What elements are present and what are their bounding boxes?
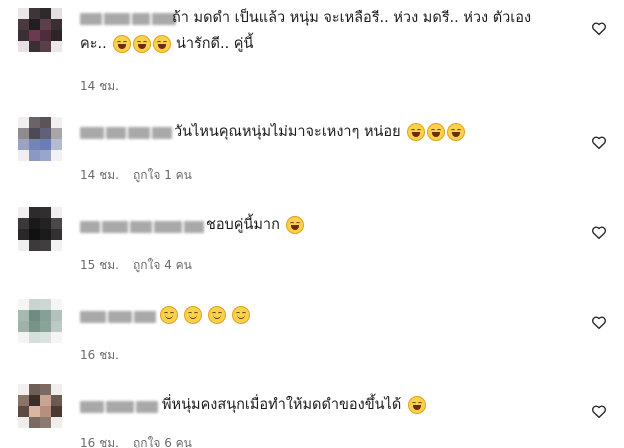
grinning-sweat-emoji [407,396,426,414]
grinning-sweat-emoji [153,35,172,53]
comment-text-suffix: น่ารักดี.. คู่นี้ [175,36,254,52]
comment-meta: 14 ชม. [80,77,119,96]
comment-time[interactable]: 16 ชม. [80,348,119,362]
grinning-sweat-emoji [407,123,426,141]
avatar[interactable] [18,299,62,343]
emoji-group [160,306,250,324]
avatar[interactable] [18,207,62,251]
comment-time[interactable]: 16 ชม. [80,436,119,448]
grinning-sweat-emoji [286,216,305,234]
comment-body: พี่หนุ่มคงสนุกเมื่อทำให้มดดำของขึ้นได้ [162,397,402,413]
emoji-group [407,396,426,414]
smiling-blush-emoji [208,306,226,324]
smiling-blush-emoji [184,306,202,324]
heart-outline-icon[interactable] [590,313,608,331]
comment-item: วันไหนคุณหนุ่มไม่มาจะเหงาๆ หน่อย 14 ชม. ถ… [0,100,624,190]
heart-outline-icon[interactable] [590,402,608,420]
comment-text: วันไหนคุณหนุ่มไม่มาจะเหงาๆ หน่อย [174,121,466,143]
grinning-sweat-emoji [427,123,446,141]
heart-outline-icon[interactable] [590,223,608,241]
emoji-group [286,216,305,234]
like-count[interactable]: ถูกใจ 1 คน [133,168,192,182]
comment-body: วันไหนคุณหนุ่มไม่มาจะเหงาๆ หน่อย [174,124,401,140]
comment-text: ชอบคู่นี้มาก [206,214,305,236]
comment-time[interactable]: 15 ชม. [80,258,119,272]
comment-text-prefix: คะ.. [80,36,107,52]
avatar[interactable] [18,117,62,161]
heart-outline-icon[interactable] [590,133,608,151]
grinning-sweat-emoji [133,35,152,53]
grinning-sweat-emoji [113,35,132,53]
comment-time[interactable]: 14 ชม. [80,79,119,93]
comment-meta: 16 ชม. ถูกใจ 6 คน [80,434,192,448]
comment-text: พี่หนุ่มคงสนุกเมื่อทำให้มดดำของขึ้นได้ [162,394,426,416]
comment-item: พี่หนุ่มคงสนุกเมื่อทำให้มดดำของขึ้นได้ 1… [0,370,624,448]
emoji-group [407,123,466,141]
comment-time[interactable]: 14 ชม. [80,168,119,182]
grinning-sweat-emoji [447,123,466,141]
username-blurred[interactable] [80,308,158,324]
username-blurred[interactable] [80,124,174,140]
avatar[interactable] [18,8,62,52]
comment-text [158,304,250,326]
avatar[interactable] [18,384,62,428]
comment-text-line2: คะ.. น่ารักดี.. คู่นี้ [80,33,253,55]
emoji-group [113,35,172,53]
heart-outline-icon[interactable] [590,19,608,37]
comment-item: ถ้า มดดำ เป็นแล้ว หนุ่ม จะเหลือรี.. ห่วง… [0,0,624,100]
username-blurred[interactable] [80,218,206,234]
username-blurred[interactable] [80,398,160,414]
username-blurred[interactable] [80,10,178,26]
like-count[interactable]: ถูกใจ 6 คน [133,436,192,448]
comment-meta: 16 ชม. [80,346,119,365]
comment-body: ชอบคู่นี้มาก [206,217,280,233]
smiling-blush-emoji [232,306,250,324]
like-count[interactable]: ถูกใจ 4 คน [133,258,192,272]
smiling-blush-emoji [160,306,178,324]
comment-list: ถ้า มดดำ เป็นแล้ว หนุ่ม จะเหลือรี.. ห่วง… [0,0,624,448]
comment-item: ชอบคู่นี้มาก 15 ชม. ถูกใจ 4 คน [0,190,624,280]
comment-meta: 15 ชม. ถูกใจ 4 คน [80,256,192,275]
comment-text-line1: ถ้า มดดำ เป็นแล้ว หนุ่ม จะเหลือรี.. ห่วง… [172,10,532,26]
comment-item: 16 ชม. [0,280,624,370]
comment-meta: 14 ชม. ถูกใจ 1 คน [80,166,192,185]
